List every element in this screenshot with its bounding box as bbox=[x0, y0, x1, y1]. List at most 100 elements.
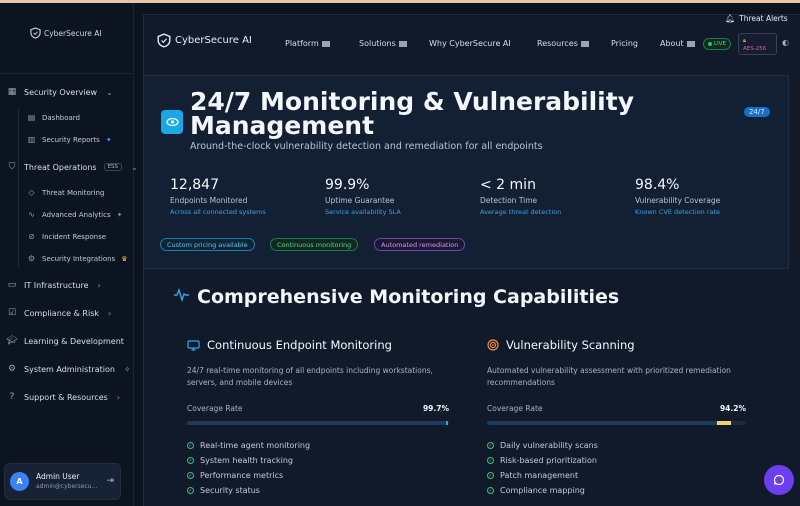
nav-pricing[interactable]: Pricing bbox=[611, 39, 638, 48]
coverage-row: Coverage Rate 94.2% bbox=[487, 404, 746, 413]
coverage-bar-fill bbox=[187, 421, 449, 425]
aes-badge: 🔒︎ AES-256 bbox=[738, 33, 777, 55]
sidebar-item-dashboard[interactable]: ▤ Dashboard bbox=[27, 113, 80, 122]
sidebar-tree-line bbox=[18, 109, 19, 267]
section-title: Comprehensive Monitoring Capabilities bbox=[197, 286, 620, 308]
nav-about[interactable]: About bbox=[660, 39, 695, 48]
sidebar-item-support-resources[interactable]: ? Support & Resources › bbox=[7, 392, 120, 402]
badge-24-7: 24/7 bbox=[744, 107, 770, 117]
header-logo[interactable]: CyberSecure AI bbox=[157, 33, 252, 48]
graduation-cap-icon: 🎓︎ bbox=[6, 336, 18, 346]
sidebar-item-security-integrations[interactable]: ⚙ Security Integrations ♛ bbox=[27, 254, 128, 263]
eye-icon bbox=[161, 110, 183, 134]
shield-icon bbox=[157, 33, 171, 48]
feature-label: System health tracking bbox=[200, 456, 293, 465]
nav-why[interactable]: Why CyberSecure AI bbox=[429, 39, 511, 48]
chevron-down-icon bbox=[686, 40, 695, 47]
coverage-bar-tip bbox=[716, 421, 731, 425]
lock-icon: 🔒︎ bbox=[743, 38, 746, 44]
toggle-icon[interactable]: ◐ bbox=[782, 38, 789, 47]
nav-solutions[interactable]: Solutions bbox=[359, 39, 407, 48]
chevron-right-icon: › bbox=[97, 280, 101, 290]
sidebar-brand-name: CyberSecure AI bbox=[44, 28, 102, 38]
sparkle-icon: ✧ bbox=[123, 364, 131, 374]
threat-alerts-button[interactable]: 🔔︎ Threat Alerts bbox=[725, 14, 788, 23]
chip-automated-remediation: Automated remediation bbox=[374, 238, 466, 251]
check-circle-icon: ✓ bbox=[487, 442, 494, 449]
stat-value: 99.9% bbox=[325, 177, 370, 193]
check-circle-icon: ✓ bbox=[487, 472, 494, 479]
sidebar-item-compliance-risk[interactable]: ☑ Compliance & Risk › bbox=[7, 308, 111, 318]
sidebar-item-label: IT Infrastructure bbox=[24, 280, 89, 290]
nav-label: About bbox=[660, 39, 684, 48]
feature-item: ✓ Performance metrics bbox=[187, 471, 283, 480]
stat-detection: < 2 min Detection Time Average threat de… bbox=[480, 177, 561, 216]
feature-label: Daily vulnerability scans bbox=[500, 441, 598, 450]
coverage-value: 99.7% bbox=[422, 404, 449, 413]
sidebar-item-advanced-analytics[interactable]: ∿ Advanced Analytics ✦ bbox=[27, 210, 122, 219]
nav-label: Platform bbox=[285, 39, 319, 48]
bell-icon: 🔔︎ bbox=[725, 14, 736, 23]
stat-label: Uptime Guarantee bbox=[325, 196, 395, 205]
sidebar-item-label: Advanced Analytics bbox=[42, 210, 111, 219]
sidebar-item-incident-response[interactable]: ⊘ Incident Response bbox=[27, 232, 106, 241]
feature-item: ✓ Daily vulnerability scans bbox=[487, 441, 598, 450]
check-circle-icon: ✓ bbox=[187, 472, 194, 479]
sidebar-item-label: Security Overview bbox=[24, 87, 98, 97]
sparkle-icon: ✦ bbox=[105, 135, 112, 144]
stat-value: 12,847 bbox=[170, 177, 219, 193]
logout-icon[interactable]: ⇥ bbox=[106, 476, 114, 486]
feature-label: Risk-based prioritization bbox=[500, 456, 597, 465]
sidebar-item-system-administration[interactable]: ⚙ System Administration ✧ bbox=[7, 364, 131, 374]
stat-sub: Service availability SLA bbox=[325, 208, 401, 216]
alert-circle-icon: ⊘ bbox=[28, 232, 35, 241]
nav-label: Why CyberSecure AI bbox=[429, 39, 511, 48]
chat-icon bbox=[773, 474, 785, 486]
user-card[interactable]: A Admin User admin@cybersecu... ⇥ bbox=[4, 463, 121, 500]
checklist-icon: ☑ bbox=[7, 308, 17, 318]
sidebar-item-security-overview[interactable]: ▦ Security Overview ⌄ bbox=[7, 87, 113, 97]
chevron-down-icon: ⌄ bbox=[131, 162, 138, 172]
aes-label: AES-256 bbox=[743, 46, 767, 52]
sidebar-item-threat-monitoring[interactable]: ◇ Threat Monitoring bbox=[27, 188, 104, 197]
feature-label: Compliance mapping bbox=[500, 486, 585, 495]
stat-uptime: 99.9% Uptime Guarantee Service availabil… bbox=[325, 177, 401, 216]
feature-item: ✓ Patch management bbox=[487, 471, 578, 480]
chevron-down-icon bbox=[580, 40, 589, 47]
card-scanning-title: Vulnerability Scanning bbox=[487, 338, 635, 352]
nav-platform[interactable]: Platform bbox=[285, 39, 330, 48]
chevron-down-icon bbox=[398, 40, 407, 47]
nav-resources[interactable]: Resources bbox=[537, 39, 589, 48]
chevron-right-icon: › bbox=[116, 392, 121, 402]
nav-label: Pricing bbox=[611, 39, 638, 48]
nav-label: Solutions bbox=[359, 39, 396, 48]
live-label: LIVE bbox=[714, 41, 726, 47]
check-circle-icon: ✓ bbox=[187, 457, 194, 464]
sidebar-item-learning-development[interactable]: 🎓︎ Learning & Development bbox=[6, 336, 124, 346]
sidebar-item-threat-operations[interactable]: ⛉ Threat Operations ESS ⌄ bbox=[7, 162, 138, 172]
gear-icon: ⚙ bbox=[27, 254, 36, 263]
stat-coverage: 98.4% Vulnerability Coverage Known CVE d… bbox=[635, 177, 720, 216]
chip-custom-pricing: Custom pricing available bbox=[160, 238, 255, 251]
chevron-right-icon: › bbox=[108, 308, 112, 318]
card-endpoint-title: Continuous Endpoint Monitoring bbox=[187, 338, 392, 352]
card-scanning-description: Automated vulnerability assessment with … bbox=[487, 366, 731, 387]
check-circle-icon: ✓ bbox=[487, 457, 494, 464]
sidebar-item-label: Support & Resources bbox=[24, 392, 108, 402]
feature-label: Patch management bbox=[500, 471, 579, 480]
sidebar-item-label: Incident Response bbox=[42, 232, 107, 241]
shield-icon bbox=[30, 27, 41, 39]
sidebar-logo[interactable]: CyberSecure AI bbox=[30, 27, 102, 39]
shield-icon: ◇ bbox=[28, 188, 35, 197]
sidebar-item-security-reports[interactable]: ▥ Security Reports ✦ bbox=[27, 135, 112, 144]
coverage-value: 94.2% bbox=[719, 404, 746, 413]
card-title-text: Continuous Endpoint Monitoring bbox=[207, 338, 392, 352]
sidebar-item-label: Learning & Development bbox=[24, 336, 124, 346]
stat-value: 98.4% bbox=[635, 177, 680, 193]
chat-button[interactable] bbox=[764, 465, 794, 495]
gear-icon: ⚙ bbox=[7, 364, 17, 374]
sidebar-item-it-infrastructure[interactable]: ▭ IT Infrastructure › bbox=[7, 280, 101, 290]
activity-icon bbox=[174, 288, 189, 302]
avatar: A bbox=[10, 472, 29, 491]
monitor-icon bbox=[187, 339, 200, 351]
